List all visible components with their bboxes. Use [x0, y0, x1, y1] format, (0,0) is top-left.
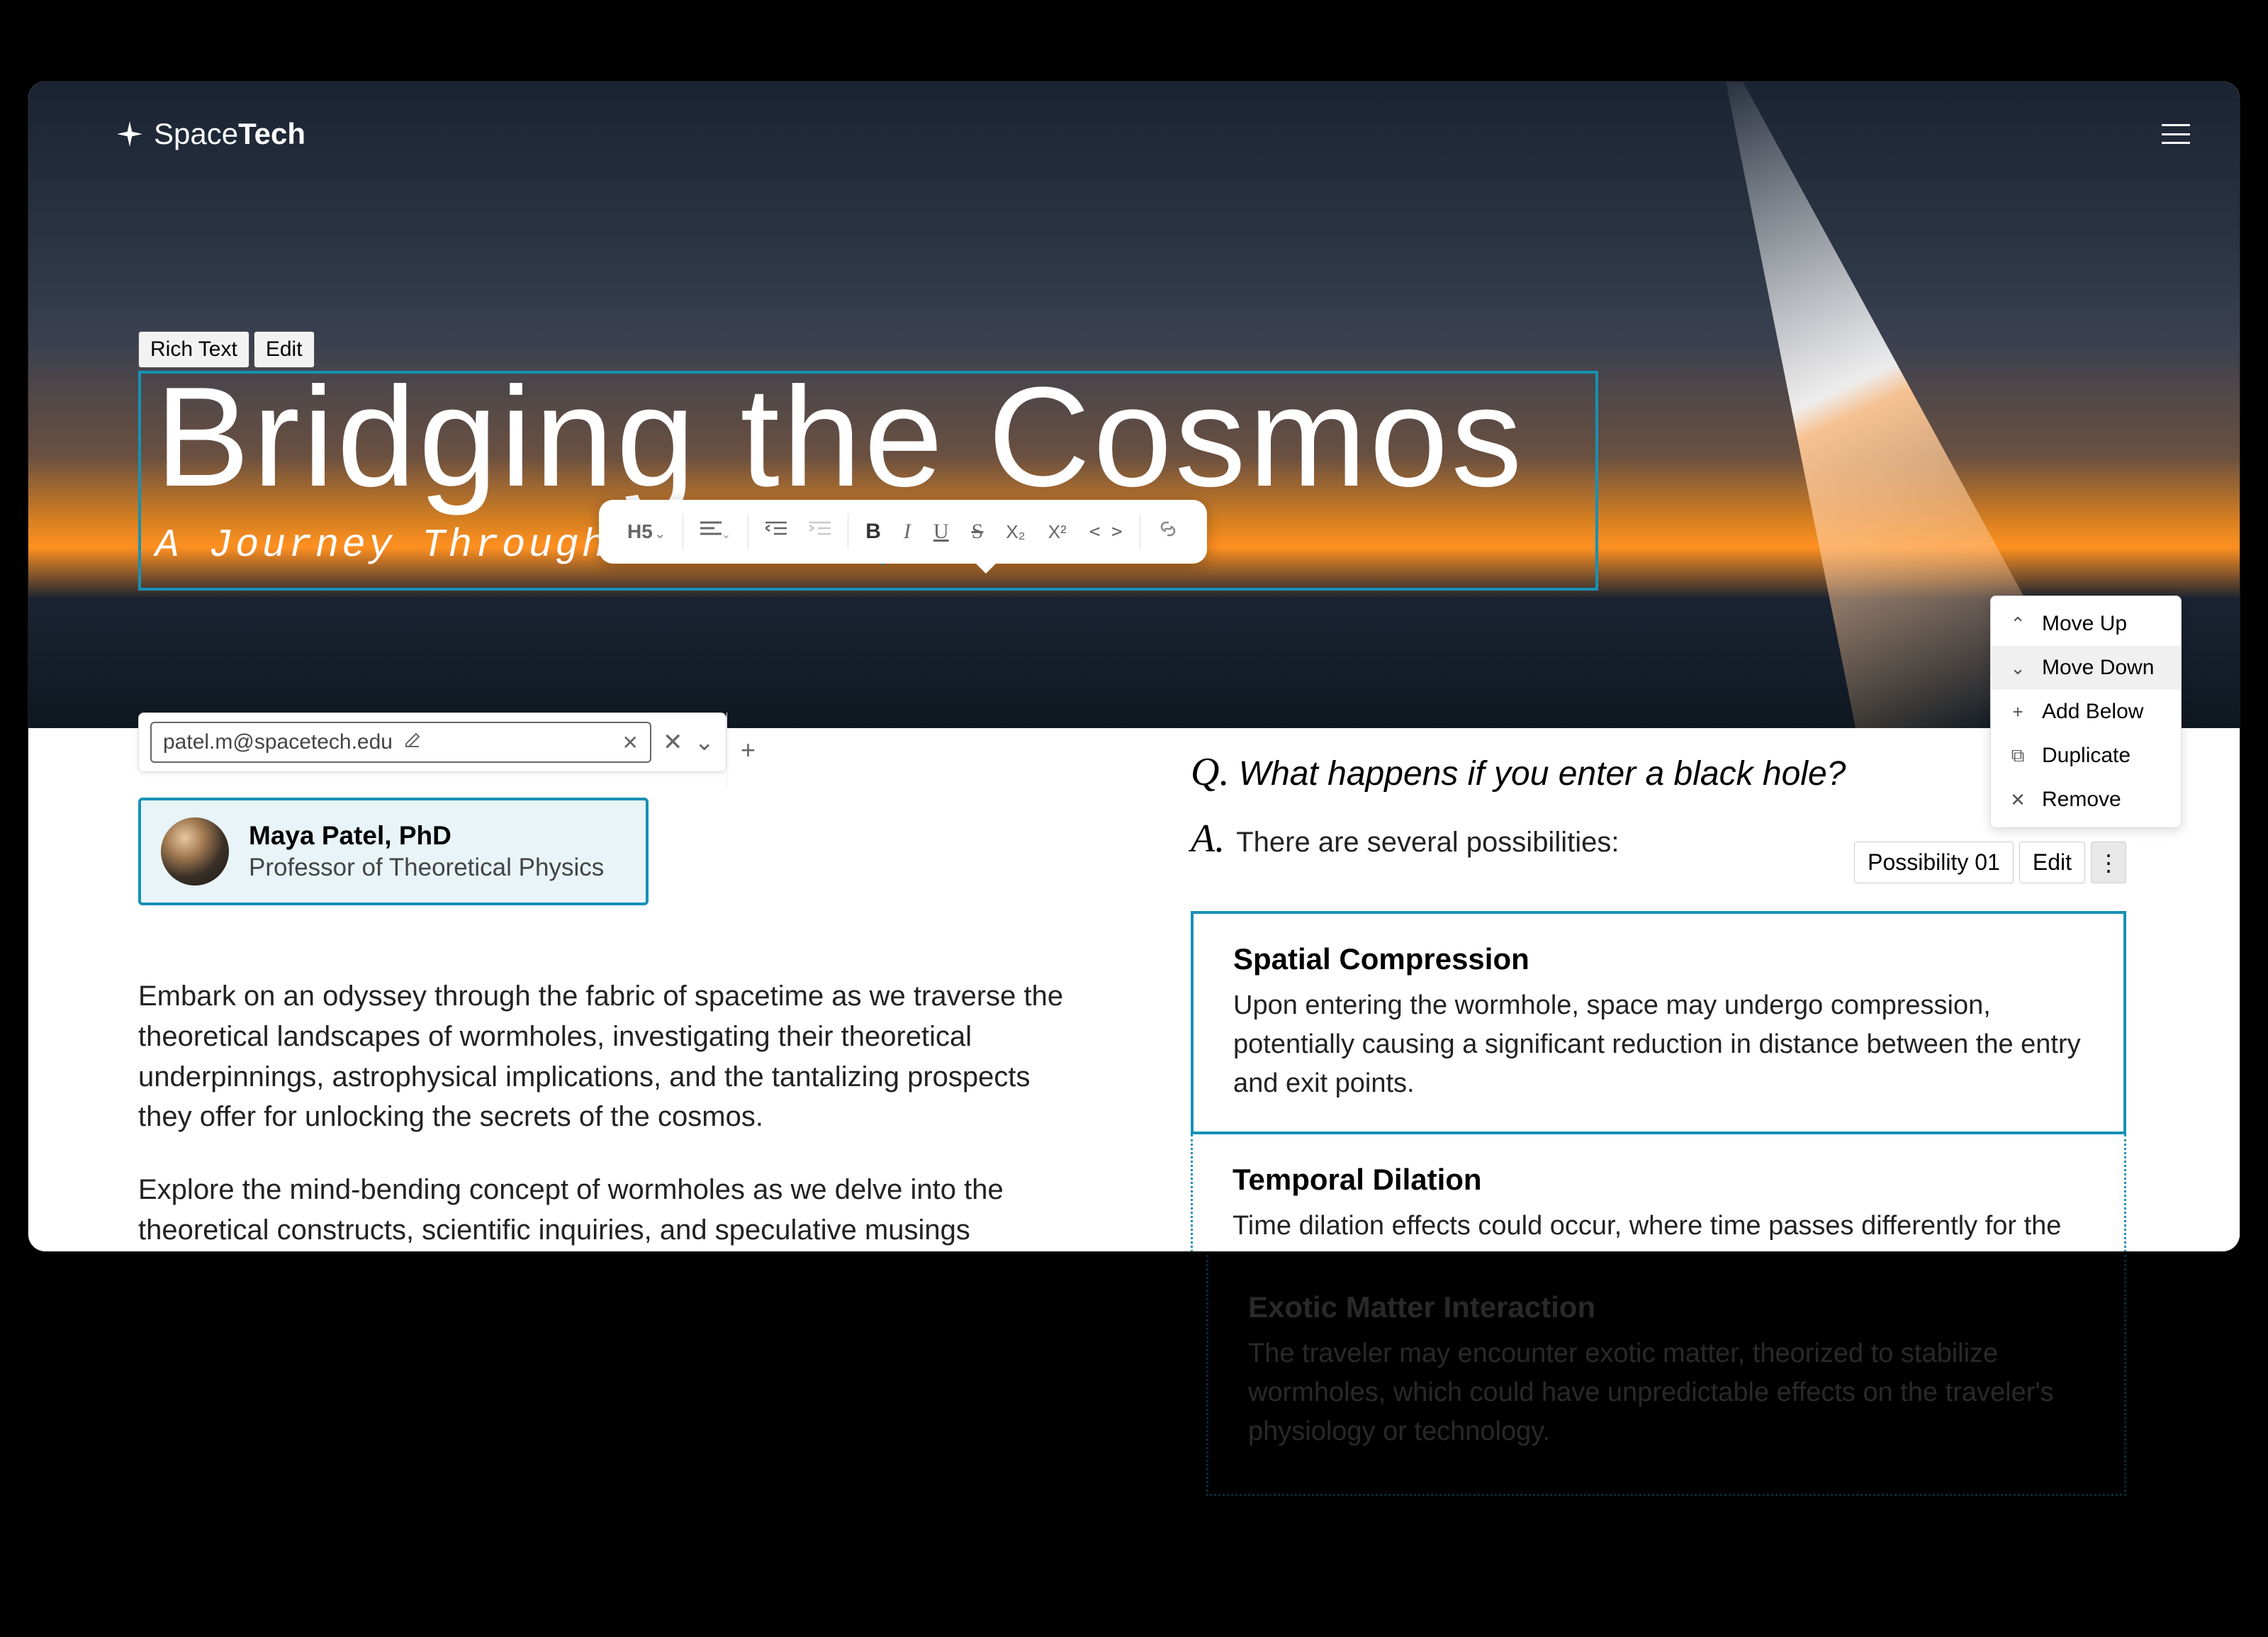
indent-decrease-icon[interactable] — [754, 520, 798, 544]
possibility-title: Temporal Dilation — [1233, 1163, 2084, 1197]
chevron-down-icon[interactable]: ⌄ — [695, 728, 715, 756]
possibility-body: Upon entering the wormhole, space may un… — [1233, 986, 2084, 1103]
possibility-body: The traveler may encounter exotic matter… — [1248, 1334, 2084, 1451]
add-button[interactable]: + — [726, 713, 769, 788]
clear-icon[interactable]: ✕ — [663, 728, 683, 756]
overflow-content: Exotic Matter Interaction The traveler m… — [1206, 1255, 2126, 1496]
email-text: patel.m@spacetech.edu — [163, 730, 393, 754]
author-name: Maya Patel, PhD — [249, 821, 604, 851]
menu-move-down[interactable]: ⌄ Move Down — [1991, 646, 2181, 690]
chevron-down-icon: ⌄ — [2008, 657, 2028, 679]
menu-move-up[interactable]: ⌃ Move Up — [1991, 602, 2181, 646]
strikethrough-button[interactable]: S — [960, 520, 995, 544]
app-window: SpaceTech Rich Text Edit Bridging the Co… — [28, 82, 2240, 1251]
avatar — [161, 817, 229, 885]
intro-paragraph-1: Embark on an odyssey through the fabric … — [138, 976, 1081, 1137]
hamburger-menu-icon[interactable] — [2162, 124, 2190, 144]
page-title: Bridging the Cosmos — [155, 367, 1581, 508]
close-icon[interactable]: ✕ — [622, 731, 639, 754]
author-title: Professor of Theoretical Physics — [249, 854, 604, 882]
author-email-widget: patel.m@spacetech.edu ✕ ✕ ⌄ — [138, 713, 726, 772]
link-icon[interactable] — [1146, 518, 1190, 545]
formatting-toolbar: H5⌄ ⌄ B I U S X₂ X² < > — [599, 500, 1207, 564]
intro-paragraph-2: Explore the mind-bending concept of worm… — [138, 1170, 1081, 1251]
logo-text: SpaceTech — [154, 117, 305, 151]
possibility-card[interactable]: Temporal Dilation Time dilation effects … — [1191, 1134, 2126, 1251]
possibility-title: Spatial Compression — [1233, 942, 2084, 976]
question: Q. What happens if you enter a black hol… — [1191, 749, 2126, 795]
edit-button[interactable]: Edit — [2019, 842, 2085, 883]
logo[interactable]: SpaceTech — [117, 117, 305, 151]
header: SpaceTech — [117, 117, 2190, 151]
indent-increase-icon[interactable] — [798, 520, 842, 544]
menu-remove[interactable]: ✕ Remove — [1991, 778, 2181, 822]
email-chip[interactable]: patel.m@spacetech.edu ✕ — [150, 722, 651, 763]
edit-icon[interactable] — [404, 731, 421, 754]
chevron-up-icon: ⌃ — [2008, 613, 2028, 635]
qa-column: Q. What happens if you enter a black hol… — [1191, 749, 2126, 1251]
possibility-card-selected[interactable]: Spatial Compression Upon entering the wo… — [1191, 911, 2126, 1134]
menu-add-below[interactable]: + Add Below — [1991, 690, 2181, 734]
sparkle-icon — [117, 121, 142, 147]
superscript-button[interactable]: X² — [1037, 521, 1078, 543]
possibility-toolbar: Possibility 01 Edit ⋮ — [1854, 842, 2126, 883]
italic-button[interactable]: I — [892, 520, 922, 544]
possibility-body: Time dilation effects could occur, where… — [1233, 1207, 2084, 1251]
hero-section: SpaceTech Rich Text Edit Bridging the Co… — [28, 82, 2240, 728]
plus-icon: + — [2008, 701, 2028, 723]
align-left-icon[interactable]: ⌄ — [689, 520, 742, 544]
underline-button[interactable]: U — [922, 520, 960, 544]
possibility-label[interactable]: Possibility 01 — [1854, 842, 2014, 883]
close-icon: ✕ — [2008, 789, 2028, 811]
author-card[interactable]: Maya Patel, PhD Professor of Theoretical… — [138, 798, 649, 905]
subscript-button[interactable]: X₂ — [994, 521, 1036, 543]
left-column: Embark on an odyssey through the fabric … — [138, 976, 1081, 1251]
code-button[interactable]: < > — [1078, 521, 1134, 542]
heading-selector[interactable]: H5⌄ — [616, 520, 677, 543]
possibility-card-dim: Exotic Matter Interaction The traveler m… — [1206, 1255, 2126, 1496]
possibility-title: Exotic Matter Interaction — [1248, 1290, 2084, 1324]
context-menu: ⌃ Move Up ⌄ Move Down + Add Below ⧉ Dupl… — [1990, 596, 2182, 828]
bold-button[interactable]: B — [854, 520, 892, 544]
more-options-icon[interactable]: ⋮ — [2091, 842, 2126, 883]
menu-duplicate[interactable]: ⧉ Duplicate — [1991, 734, 2181, 778]
copy-icon: ⧉ — [2008, 744, 2028, 767]
